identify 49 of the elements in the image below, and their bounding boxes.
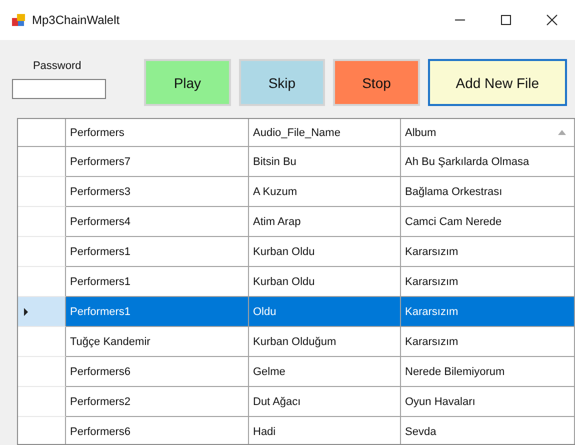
row-header[interactable]	[18, 357, 66, 387]
table-cell: Performers6	[66, 417, 249, 444]
table-cell: Nerede Bilemiyorum	[401, 357, 575, 387]
password-field[interactable]	[12, 79, 106, 99]
row-header[interactable]	[18, 327, 66, 357]
table-cell: Camci Cam Nerede	[401, 207, 575, 237]
table-cell: Kararsızım	[401, 237, 575, 267]
table-cell: Sevda	[401, 417, 575, 444]
sort-icon	[558, 130, 566, 135]
table-cell: Bitsin Bu	[249, 147, 401, 177]
action-button[interactable]: Add New File	[428, 59, 567, 106]
table-cell: Performers4	[66, 207, 249, 237]
current-row-icon	[24, 308, 28, 316]
column-header[interactable]: Performers	[66, 119, 249, 147]
table-cell: Kurban Oldu	[249, 237, 401, 267]
table-cell: Kararsızım	[401, 327, 575, 357]
table-cell: Bağlama Orkestrası	[401, 177, 575, 207]
table-cell: Tuğçe Kandemir	[66, 327, 249, 357]
table-cell: Gelme	[249, 357, 401, 387]
table-cell: Kararsızım	[401, 297, 575, 327]
row-header[interactable]	[18, 147, 66, 177]
column-header[interactable]: Audio_File_Name	[249, 119, 401, 147]
table-cell: Performers6	[66, 357, 249, 387]
table-cell: Performers7	[66, 147, 249, 177]
table-cell: Atim Arap	[249, 207, 401, 237]
app-icon	[12, 13, 26, 27]
table-cell: Performers1	[66, 297, 249, 327]
window-title: Mp3ChainWalelt	[32, 13, 121, 27]
column-header[interactable]: Album	[401, 119, 575, 147]
row-header[interactable]	[18, 297, 66, 327]
corner-header	[18, 119, 66, 147]
password-label: Password	[32, 60, 82, 72]
row-header[interactable]	[18, 387, 66, 417]
action-button[interactable]: Skip	[238, 59, 326, 106]
table-cell: A Kuzum	[249, 177, 401, 207]
table-cell: Kurban Olduğum	[249, 327, 401, 357]
action-button[interactable]: Play	[144, 59, 231, 106]
table-cell: Ah Bu Şarkılarda Olmasa	[401, 147, 575, 177]
table-cell: Dut Ağacı	[249, 387, 401, 417]
table-cell: Oyun Havaları	[401, 387, 575, 417]
table-cell: Hadi	[249, 417, 401, 444]
table-cell: Performers1	[66, 237, 249, 267]
table-cell: Performers2	[66, 387, 249, 417]
action-button[interactable]: Stop	[333, 59, 420, 106]
row-header[interactable]	[18, 177, 66, 207]
row-header[interactable]	[18, 237, 66, 267]
table-cell: Performers3	[66, 177, 249, 207]
row-header[interactable]	[18, 207, 66, 237]
table-cell: Oldu	[249, 297, 401, 327]
